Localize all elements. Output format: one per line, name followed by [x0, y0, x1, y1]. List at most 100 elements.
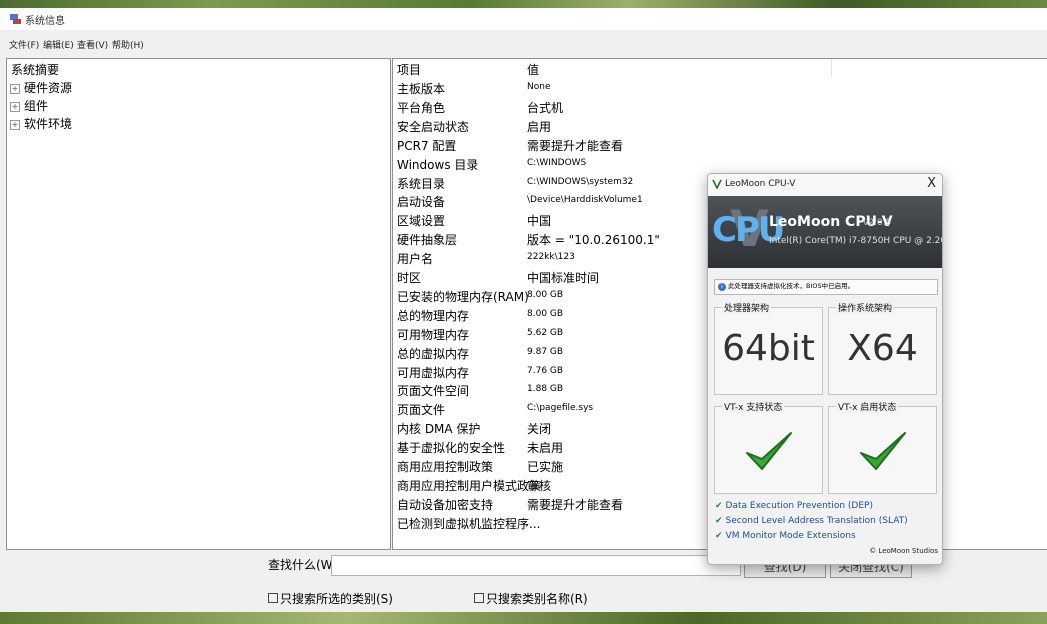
checkbox-label: 只搜索所选的类别(S)	[280, 592, 393, 606]
table-row-name[interactable]: Windows 目录	[397, 156, 478, 173]
menu-help[interactable]: 帮助(H)	[112, 38, 144, 51]
vtx-support-label: VT-x 支持状态	[722, 400, 785, 413]
table-row-value[interactable]: 需要提升才能查看	[527, 137, 623, 154]
processor-arch-box: 处理器架构 64bit	[714, 301, 823, 395]
cpuv-title: LeoMoon CPU-V	[725, 179, 796, 189]
notice-text: 此处理器支持虚拟化技术，BIOS中已启用。	[728, 282, 855, 290]
feature-text: Data Execution Prevention (DEP)	[725, 501, 873, 511]
feature-vmx: ✔ VM Monitor Mode Extensions	[715, 531, 856, 541]
table-row-name[interactable]: 区域设置	[397, 212, 445, 229]
table-row-name[interactable]: 自动设备加密支持	[397, 496, 493, 513]
column-header-item[interactable]: 项目	[397, 61, 421, 78]
search-names-checkbox[interactable]: 只搜索类别名称(R)	[474, 590, 588, 607]
table-row-value[interactable]: 9.87 GB	[527, 347, 563, 357]
table-row-name[interactable]: 主板版本	[397, 80, 445, 97]
table-row-name[interactable]: 硬件抽象层	[397, 231, 457, 248]
table-row-name[interactable]: 用户名	[397, 250, 433, 267]
expand-icon[interactable]: +	[10, 120, 20, 130]
search-selected-checkbox[interactable]: 只搜索所选的类别(S)	[268, 590, 393, 607]
checkbox-box[interactable]	[474, 593, 484, 603]
table-row-value[interactable]: 台式机	[527, 99, 563, 116]
table-row-value[interactable]: 8.00 GB	[527, 290, 563, 300]
window-title: 系统信息	[25, 16, 65, 27]
table-row-value[interactable]: C:\WINDOWS	[527, 158, 586, 168]
table-row-value[interactable]: 5.62 GB	[527, 328, 563, 338]
table-row-value[interactable]: 中国	[527, 212, 551, 229]
column-header-value[interactable]: 值	[527, 61, 539, 78]
table-row-name[interactable]: 商用应用控制政策	[397, 458, 493, 475]
table-row-value[interactable]: 222kk\123	[527, 252, 575, 262]
feature-dep: ✔ Data Execution Prevention (DEP)	[715, 501, 873, 511]
table-row-name[interactable]: 页面文件	[397, 401, 445, 418]
tree-item-hardware[interactable]: + 硬件资源	[10, 79, 72, 96]
check-small-icon: ✔	[715, 531, 723, 541]
table-row-value[interactable]: \Device\HarddiskVolume1	[527, 195, 643, 205]
tree-item-components[interactable]: + 组件	[10, 97, 48, 114]
tree-item-system-summary[interactable]: 系统摘要	[11, 61, 59, 78]
feature-slat: ✔ Second Level Address Translation (SLAT)	[715, 516, 908, 526]
table-row-name[interactable]: 可用物理内存	[397, 326, 469, 343]
category-tree[interactable]: 系统摘要 + 硬件资源 + 组件 + 软件环境	[6, 58, 391, 550]
desktop-wallpaper-strip	[0, 612, 1047, 624]
cpuv-title-bar: LeoMoon CPU-V X	[708, 174, 942, 196]
table-row-value[interactable]: C:\WINDOWS\system32	[527, 177, 633, 187]
system-info-app-icon	[10, 14, 21, 24]
table-row-name[interactable]: 已安装的物理内存(RAM)	[397, 288, 529, 305]
table-row-name[interactable]: 页面文件空间	[397, 382, 469, 399]
table-row-value[interactable]: 1.88 GB	[527, 384, 563, 394]
table-row-value[interactable]: 7.76 GB	[527, 366, 563, 376]
checkmark-icon	[860, 432, 906, 470]
table-row-name[interactable]: 安全启动状态	[397, 118, 469, 135]
table-row-value[interactable]: 未启用	[527, 439, 563, 456]
table-row-name[interactable]: PCR7 配置	[397, 137, 456, 154]
table-row-value[interactable]: 需要提升才能查看	[527, 496, 623, 513]
processor-arch-label: 处理器架构	[722, 301, 772, 314]
virtualization-notice: i 此处理器支持虚拟化技术，BIOS中已启用。	[714, 279, 938, 295]
cpuv-window: LeoMoon CPU-V X V CPU LeoMoon CPU-V v2.0…	[707, 173, 943, 565]
expand-icon[interactable]: +	[10, 102, 20, 112]
table-row-value[interactable]: 审核	[527, 477, 551, 494]
leomoon-app-icon	[712, 179, 722, 189]
column-separator[interactable]	[831, 59, 832, 77]
table-row-name[interactable]: 基于虚拟化的安全性	[397, 439, 505, 456]
tree-item-software[interactable]: + 软件环境	[10, 115, 72, 132]
os-arch-label: 操作系统架构	[836, 301, 895, 314]
table-row-name[interactable]: 平台角色	[397, 99, 445, 116]
menu-edit[interactable]: 编辑(E)	[43, 38, 74, 51]
expand-icon[interactable]: +	[10, 84, 20, 94]
table-row-name[interactable]: 可用虚拟内存	[397, 364, 469, 381]
close-icon[interactable]: X	[927, 176, 936, 191]
table-row-value[interactable]: 8.00 GB	[527, 309, 563, 319]
checkbox-box[interactable]	[268, 593, 278, 603]
find-input[interactable]	[331, 555, 741, 576]
processor-arch-value: 64bit	[722, 328, 815, 369]
table-row-name[interactable]: 时区	[397, 269, 421, 286]
feature-text: Second Level Address Translation (SLAT)	[725, 516, 908, 526]
table-row-name[interactable]: 商用应用控制用户模式政策	[397, 477, 541, 494]
table-row-value[interactable]: 中国标准时间	[527, 269, 599, 286]
table-row-name[interactable]: 启动设备	[397, 193, 445, 210]
checkbox-label: 只搜索类别名称(R)	[486, 592, 588, 606]
cpuv-banner: V CPU LeoMoon CPU-V v2.0.5 Intel(R) Core…	[708, 196, 942, 268]
os-arch-box: 操作系统架构 X64	[828, 301, 937, 395]
tree-label: 系统摘要	[11, 63, 60, 77]
table-row-name[interactable]: 已检测到虚拟机监控程序...	[397, 515, 540, 532]
menu-file[interactable]: 文件(F)	[9, 38, 39, 51]
table-row-value[interactable]: 已实施	[527, 458, 563, 475]
table-row-name[interactable]: 总的虚拟内存	[397, 345, 469, 362]
table-row-name[interactable]: 系统目录	[397, 175, 445, 192]
tree-label: 硬件资源	[24, 81, 73, 95]
table-row-value[interactable]: 启用	[527, 118, 551, 135]
menu-view[interactable]: 查看(V)	[77, 38, 108, 51]
vtx-enabled-box: VT-x 启用状态	[828, 400, 937, 494]
copyright: © LeoMoon Studios	[869, 547, 938, 555]
table-row-name[interactable]: 内核 DMA 保护	[397, 420, 480, 437]
table-row-value[interactable]: None	[527, 82, 550, 92]
table-row-name[interactable]: 总的物理内存	[397, 307, 469, 324]
table-row-value[interactable]: C:\pagefile.sys	[527, 403, 593, 413]
table-row-value[interactable]: 版本 = "10.0.26100.1"	[527, 231, 660, 248]
check-small-icon: ✔	[715, 501, 723, 511]
table-row-value[interactable]: 关闭	[527, 420, 551, 437]
cpuv-version: v2.0.5	[863, 218, 892, 228]
tree-label: 软件环境	[24, 117, 73, 131]
